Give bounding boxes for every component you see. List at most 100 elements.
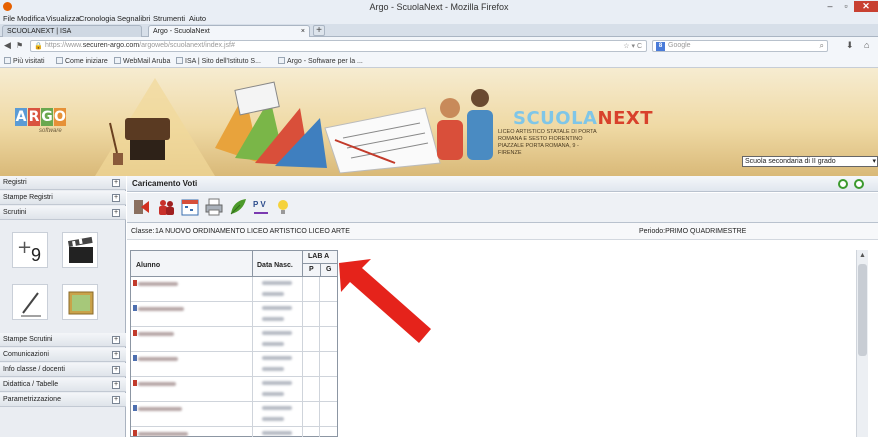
menu-cronologia[interactable]: Cronologia [79, 14, 115, 23]
bookmark-argo[interactable]: Argo - Software per la ... [278, 57, 363, 65]
search-icon[interactable]: ⌕ [820, 41, 824, 51]
grade-cell-p[interactable] [303, 277, 320, 302]
minimize-button[interactable]: – [822, 1, 838, 12]
table-row[interactable] [131, 402, 337, 427]
student-icon [133, 280, 137, 286]
bookmark-piu-visitati[interactable]: Più visitati [4, 57, 45, 65]
column-header-alunno[interactable]: Alunno [131, 251, 253, 277]
menu-visualizza[interactable]: Visualizza [46, 14, 80, 23]
grade-cell-g[interactable] [320, 302, 337, 327]
blurred-name [138, 432, 188, 436]
grade-cell-g[interactable] [320, 377, 337, 402]
grade-cell-p[interactable] [303, 402, 320, 427]
menu-segnalibri[interactable]: Segnalibri [117, 14, 150, 23]
school-type-select[interactable]: Scuola secondaria di II grado ▾ [742, 156, 878, 167]
printer-icon[interactable] [204, 197, 224, 217]
expand-icon[interactable]: + [112, 209, 120, 217]
sidebar-item-comunicazioni[interactable]: Comunicazioni + [0, 348, 126, 362]
menu-file[interactable]: File [3, 14, 15, 23]
grade-cell-g[interactable] [320, 402, 337, 427]
table-row[interactable] [131, 327, 337, 352]
tab-bar: SCUOLANEXT | ISA Argo - ScuolaNext × + [0, 24, 878, 37]
url-actions[interactable]: ☆ ▾ C [623, 42, 642, 50]
exit-icon[interactable] [132, 197, 152, 217]
expand-icon[interactable]: + [112, 351, 120, 359]
lightbulb-icon[interactable] [273, 197, 293, 217]
student-cell [131, 427, 253, 437]
plus-nine-icon[interactable]: + 9 [12, 232, 48, 268]
menu-bar: File Modifica Visualizza Cronologia Segn… [0, 13, 878, 24]
sidebar-item-didattica[interactable]: Didattica / Tabelle + [0, 378, 126, 392]
table-row[interactable] [131, 377, 337, 402]
tab-close-icon[interactable]: × [301, 26, 305, 37]
home-icon[interactable]: ⌂ [864, 40, 869, 51]
close-window-button[interactable]: ✕ [854, 1, 878, 12]
expand-icon[interactable]: + [112, 366, 120, 374]
search-bar[interactable]: 8 Google ⌕ [652, 40, 828, 52]
bookmark-come-iniziare[interactable]: Come iniziare [56, 57, 108, 65]
scroll-thumb[interactable] [858, 264, 867, 356]
pen-icon[interactable] [12, 284, 48, 320]
table-row[interactable] [131, 277, 337, 302]
grade-cell-p[interactable] [303, 302, 320, 327]
group-icon[interactable] [156, 197, 176, 217]
refresh-button-2[interactable] [854, 179, 864, 189]
grade-cell-g[interactable] [320, 427, 337, 437]
table-row[interactable] [131, 302, 337, 327]
tab-argo-scuolanext[interactable]: Argo - ScuolaNext × [148, 25, 310, 37]
grade-cell-p[interactable] [303, 352, 320, 377]
page-title: Caricamento Voti [132, 179, 198, 188]
table-row[interactable] [131, 427, 337, 437]
picture-icon[interactable] [62, 284, 98, 320]
bookmark-icon [4, 57, 11, 64]
blurred-date [262, 431, 292, 435]
clapperboard-icon[interactable] [62, 232, 98, 268]
grade-cell-p[interactable] [303, 377, 320, 402]
refresh-button[interactable] [838, 179, 848, 189]
expand-icon[interactable]: + [112, 194, 120, 202]
sidebar-item-stampe-scrutini[interactable]: Stampe Scrutini + [0, 333, 126, 347]
table-row[interactable] [131, 352, 337, 377]
sidebar-item-parametrizzazione[interactable]: Parametrizzazione + [0, 393, 126, 407]
expand-icon[interactable]: + [112, 381, 120, 389]
search-placeholder: Google [668, 42, 691, 49]
sidebar-item-registri[interactable]: Registri + [0, 176, 126, 190]
grade-cell-p[interactable] [303, 427, 320, 437]
search-engine-icon[interactable]: 8 [656, 42, 665, 51]
grade-cell-p[interactable] [303, 327, 320, 352]
leaf-pen-icon[interactable] [228, 197, 248, 217]
expand-icon[interactable]: + [112, 336, 120, 344]
maximize-button[interactable]: ▫ [838, 1, 854, 12]
scroll-up-icon[interactable]: ▲ [859, 252, 866, 259]
bookmark-webmail[interactable]: WebMail Aruba [114, 57, 170, 65]
vertical-scrollbar[interactable]: ▲ [856, 250, 868, 437]
sidebar: Registri + Stampe Registri + Scrutini + + 9… [0, 176, 126, 437]
bookmark-isa[interactable]: ISA | Sito dell'Istituto S... [176, 57, 261, 65]
blurred-date [262, 406, 292, 410]
blurred-name [138, 332, 174, 336]
new-tab-button[interactable]: + [313, 25, 325, 36]
grade-cell-g[interactable] [320, 352, 337, 377]
sidebar-item-scrutini[interactable]: Scrutini + [0, 206, 126, 220]
sidebar-item-info-classe[interactable]: Info classe / docenti + [0, 363, 126, 377]
blurred-date [262, 356, 292, 360]
identity-icon[interactable]: ⚑ [16, 40, 23, 51]
column-header-lab-a[interactable]: LAB A P G [303, 251, 337, 277]
menu-modifica[interactable]: Modifica [17, 14, 45, 23]
tab-scuolanext-isa[interactable]: SCUOLANEXT | ISA [2, 25, 142, 37]
expand-icon[interactable]: + [112, 179, 120, 187]
banner-illustration [95, 78, 493, 176]
grade-cell-g[interactable] [320, 327, 337, 352]
grade-cell-g[interactable] [320, 277, 337, 302]
blurred-place [262, 367, 284, 371]
expand-icon[interactable]: + [112, 396, 120, 404]
pv-icon[interactable]: P V [251, 197, 271, 217]
back-button[interactable]: ◀ [4, 40, 11, 51]
menu-aiuto[interactable]: Aiuto [189, 14, 206, 23]
menu-strumenti[interactable]: Strumenti [153, 14, 185, 23]
sidebar-item-stampe-registri[interactable]: Stampe Registri + [0, 191, 126, 205]
column-header-data-nasc[interactable]: Data Nasc. [253, 251, 303, 277]
calendar-icon[interactable] [180, 197, 200, 217]
download-icon[interactable]: ⬇ [846, 40, 854, 51]
url-bar[interactable]: 🔒 https://www.securen-argo.com/argoweb/s… [30, 40, 647, 52]
